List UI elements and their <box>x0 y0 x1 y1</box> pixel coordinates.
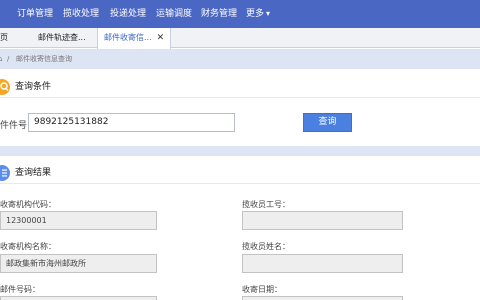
results-section-title: 查询结果 <box>15 168 52 178</box>
chevron-down-icon: ▾ <box>266 9 271 18</box>
tab-mail-tracking[interactable]: 邮件轨迹查... <box>38 28 86 48</box>
collection-date-field <box>242 296 403 300</box>
breadcrumb: ⌂ / 邮件收寄信息查询 <box>0 49 480 69</box>
results-section-header: 查询结果 <box>0 162 480 184</box>
query-section-header: 查询条件 <box>0 76 480 98</box>
org-code-field: 12300001 <box>0 211 157 230</box>
search-icon <box>0 79 10 95</box>
collection-date-label: 收寄日期： <box>242 285 282 294</box>
breadcrumb-current: 邮件收寄信息查询 <box>16 55 72 63</box>
home-icon[interactable]: ⌂ <box>0 49 2 69</box>
org-name-field: 邮政集新市海州邮政所 <box>0 254 157 273</box>
nav-transport-dispatch[interactable]: 运输调度 <box>156 0 192 28</box>
org-code-label: 收寄机构代码： <box>0 200 56 209</box>
close-icon[interactable]: ✕ <box>157 33 165 43</box>
mail-no-result-label: 邮件号码： <box>0 285 40 294</box>
collector-name-label: 揽收员姓名： <box>242 242 290 251</box>
search-button[interactable]: 查询 <box>303 113 352 132</box>
tab-bar: 页 邮件轨迹查... 邮件收寄信... ✕ <box>0 28 480 49</box>
nav-more-label: 更多 <box>246 9 265 19</box>
section-divider <box>0 146 480 156</box>
mail-number-label: 件件号: <box>0 121 31 131</box>
nav-finance-management[interactable]: 财务管理 <box>201 0 237 28</box>
query-section-title: 查询条件 <box>15 82 52 92</box>
collector-no-label: 揽收员工号： <box>242 200 290 209</box>
org-name-label: 收寄机构名称： <box>0 242 56 251</box>
collector-no-field <box>242 211 403 230</box>
top-nav-bar: 订单管理 揽收处理 投递处理 运输调度 财务管理 更多 ▾ <box>0 0 480 28</box>
breadcrumb-separator: / <box>7 55 10 63</box>
nav-delivery-processing[interactable]: 投递处理 <box>110 0 146 28</box>
nav-pickup-processing[interactable]: 揽收处理 <box>63 0 99 28</box>
nav-more[interactable]: 更多 ▾ <box>246 0 270 28</box>
mail-number-input[interactable]: 9892125131882 <box>28 113 235 132</box>
collector-name-field <box>242 254 403 273</box>
tab-mail-collection-info[interactable]: 邮件收寄信... ✕ <box>97 28 172 49</box>
tab-label: 邮件收寄信... <box>104 33 152 42</box>
tab-home[interactable]: 页 <box>0 28 8 48</box>
nav-order-management[interactable]: 订单管理 <box>17 0 53 28</box>
mail-no-result-field <box>0 296 157 300</box>
list-icon <box>0 165 10 181</box>
